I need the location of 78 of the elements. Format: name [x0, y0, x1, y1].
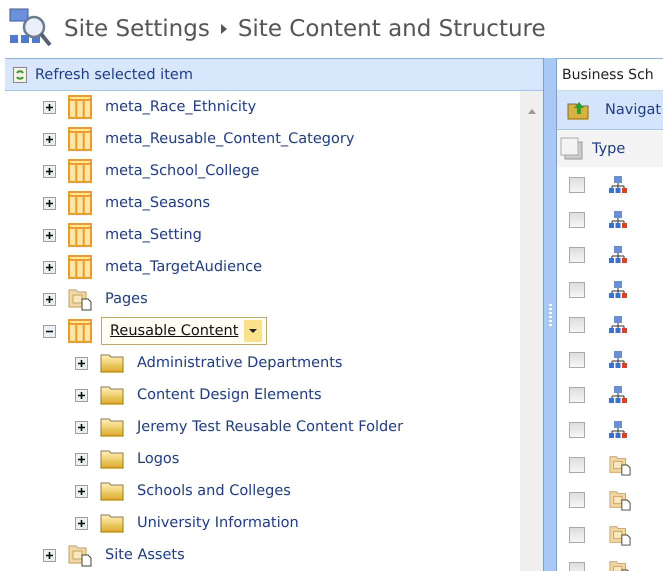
row-checkbox[interactable]: [569, 176, 585, 192]
folder-icon: [100, 417, 124, 437]
site-hierarchy-icon: [609, 386, 627, 404]
list-icon: [68, 95, 92, 119]
expand-icon[interactable]: [43, 132, 56, 146]
expand-icon[interactable]: [75, 452, 88, 466]
collapse-icon[interactable]: [43, 324, 56, 338]
column-header[interactable]: Type: [592, 140, 626, 156]
list-icon: [68, 127, 92, 151]
tree-item-label[interactable]: meta_Seasons: [105, 195, 210, 211]
expand-icon[interactable]: [43, 548, 56, 562]
folder-up-icon: [567, 100, 591, 120]
tree-item-label[interactable]: meta_Setting: [105, 227, 202, 243]
site-hierarchy-icon: [609, 316, 627, 334]
row-checkbox[interactable]: [569, 456, 585, 472]
folder-icon: [100, 481, 124, 501]
row-checkbox[interactable]: [569, 422, 585, 438]
folder-icon: [100, 449, 124, 469]
expand-icon[interactable]: [43, 164, 56, 178]
page-title-crumb: Site Content and Structure: [238, 16, 546, 42]
library-icon: [68, 543, 92, 567]
tree-item-label[interactable]: Pages: [105, 291, 148, 307]
site-hierarchy-icon: [609, 246, 627, 264]
library-icon: [609, 454, 631, 476]
tree-item-label[interactable]: meta_TargetAudience: [105, 259, 262, 275]
row-checkbox[interactable]: [569, 492, 585, 508]
grip-dots-icon: [548, 304, 552, 326]
library-icon: [609, 488, 631, 510]
site-hierarchy-icon: [609, 280, 627, 298]
expand-icon[interactable]: [75, 356, 88, 370]
tree-item-label[interactable]: Jeremy Test Reusable Content Folder: [137, 419, 404, 435]
tree-item-label[interactable]: meta_Race_Ethnicity: [105, 99, 256, 115]
list-icon: [68, 223, 92, 247]
expand-icon[interactable]: [43, 228, 56, 242]
row-checkbox[interactable]: [569, 386, 585, 402]
page-title-crumb: Site Settings: [64, 16, 210, 42]
library-icon: [68, 287, 92, 311]
tree-item-label[interactable]: Administrative Departments: [137, 355, 342, 371]
list-icon: [68, 191, 92, 215]
tree-item-label[interactable]: meta_Reusable_Content_Category: [105, 131, 354, 147]
expand-icon[interactable]: [43, 260, 56, 274]
tree-item-label[interactable]: Logos: [137, 451, 180, 467]
list-icon: [68, 319, 92, 343]
folder-icon: [100, 353, 124, 373]
tree-item-label[interactable]: Site Assets: [105, 547, 185, 563]
folder-icon: [100, 385, 124, 405]
expand-icon[interactable]: [75, 516, 88, 530]
site-hierarchy-icon: [609, 210, 627, 228]
expand-icon[interactable]: [75, 420, 88, 434]
row-checkbox[interactable]: [569, 316, 585, 332]
list-icon: [68, 159, 92, 183]
select-all-icon[interactable]: [560, 136, 584, 160]
selected-tree-item[interactable]: Reusable Content: [101, 317, 268, 345]
list-icon: [68, 255, 92, 279]
breadcrumb-separator-icon: [220, 23, 228, 35]
tree-item-label[interactable]: Schools and Colleges: [137, 483, 291, 499]
expand-icon[interactable]: [43, 100, 56, 114]
tree-item-label[interactable]: University Information: [137, 515, 299, 531]
expand-icon[interactable]: [43, 196, 56, 210]
site-hierarchy-icon: [609, 350, 627, 368]
row-checkbox[interactable]: [569, 282, 585, 298]
row-checkbox[interactable]: [569, 352, 585, 368]
tree-item-label[interactable]: Reusable Content: [110, 323, 238, 339]
refresh-icon: [13, 66, 27, 82]
expand-icon[interactable]: [75, 484, 88, 498]
row-checkbox[interactable]: [569, 246, 585, 262]
row-checkbox[interactable]: [569, 212, 585, 228]
breadcrumb-text[interactable]: Business Sch: [562, 66, 654, 82]
expand-icon[interactable]: [43, 292, 56, 306]
folder-icon: [100, 513, 124, 533]
tree-item-label[interactable]: meta_School_College: [105, 163, 260, 179]
site-hierarchy-icon: [609, 420, 627, 438]
expand-icon[interactable]: [75, 388, 88, 402]
row-checkbox[interactable]: [569, 526, 585, 542]
tree-item-label[interactable]: Content Design Elements: [137, 387, 322, 403]
library-icon: [609, 524, 631, 546]
site-hierarchy-icon: [609, 176, 627, 194]
refresh-button[interactable]: Refresh selected item: [9, 66, 197, 82]
